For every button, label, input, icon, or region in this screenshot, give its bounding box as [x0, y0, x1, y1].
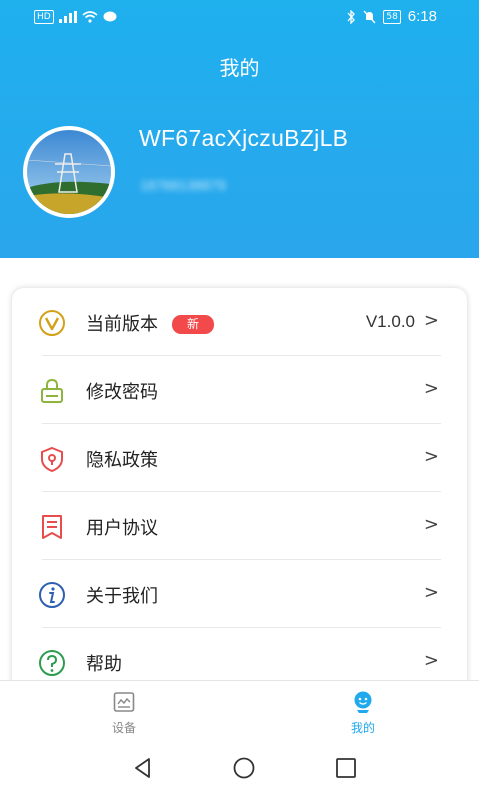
chat-icon — [103, 11, 117, 22]
shield-icon — [41, 446, 63, 473]
status-time: 6:18 — [407, 8, 437, 25]
bottom-tab-bar: 设备 我的 — [0, 680, 479, 737]
menu-item-user-agreement[interactable]: 用户协议 > — [12, 492, 467, 560]
document-icon — [42, 515, 62, 539]
menu-item-label: 用户协议 — [86, 518, 158, 539]
mute-icon — [363, 10, 376, 23]
chevron-right-icon: > — [423, 446, 439, 467]
menu-item-change-password[interactable]: 修改密码 > — [12, 356, 467, 424]
avatar-image — [27, 130, 111, 214]
username: WF67acXjczuBZjLB — [139, 125, 349, 151]
version-value: V1.0.0 — [365, 312, 415, 331]
help-icon — [39, 650, 65, 676]
chevron-right-icon: > — [423, 650, 439, 671]
chevron-right-icon: > — [423, 582, 439, 603]
new-badge: 新 — [172, 315, 214, 334]
status-bar: HD 58 6:18 — [0, 0, 479, 34]
lock-icon — [41, 378, 63, 403]
menu-item-version[interactable]: 当前版本 新 V1.0.0 > — [12, 288, 467, 356]
menu-item-label: 关于我们 — [86, 586, 158, 607]
wifi-icon — [82, 11, 98, 23]
device-icon — [113, 692, 135, 712]
info-icon — [39, 582, 65, 608]
bluetooth-icon — [347, 9, 356, 24]
profile-header: HD 58 6:18 我的 WF67acXjczuBZjLB 187681388… — [0, 0, 479, 258]
tab-label: 我的 — [350, 721, 375, 735]
menu-item-label: 隐私政策 — [86, 450, 158, 471]
phone-number: 18768138879 — [140, 177, 226, 193]
battery-icon: 58 — [383, 9, 401, 24]
menu-item-label: 修改密码 — [86, 382, 158, 403]
hd-icon: HD — [34, 10, 54, 24]
page-title: 我的 — [219, 56, 260, 80]
profile-icon — [354, 691, 372, 713]
signal-icon — [58, 11, 77, 23]
system-nav-bar — [0, 736, 479, 798]
chevron-right-icon: > — [423, 514, 439, 535]
menu-item-label: 当前版本 — [86, 314, 158, 335]
version-icon — [39, 310, 65, 336]
settings-menu: 当前版本 新 V1.0.0 > 修改密码 > 隐私政策 > 用户协议 > 关于我… — [12, 288, 467, 708]
tab-me[interactable]: 我的 — [318, 681, 408, 737]
tab-devices[interactable]: 设备 — [79, 681, 169, 737]
chevron-right-icon: > — [423, 310, 439, 331]
recent-apps-icon[interactable] — [334, 756, 358, 780]
tab-label: 设备 — [111, 721, 136, 735]
home-icon[interactable] — [232, 756, 256, 780]
avatar[interactable] — [23, 126, 115, 218]
chevron-right-icon: > — [423, 378, 439, 399]
menu-item-about-us[interactable]: 关于我们 > — [12, 560, 467, 628]
menu-item-label: 帮助 — [86, 654, 122, 675]
menu-item-privacy-policy[interactable]: 隐私政策 > — [12, 424, 467, 492]
back-icon[interactable] — [131, 756, 155, 780]
